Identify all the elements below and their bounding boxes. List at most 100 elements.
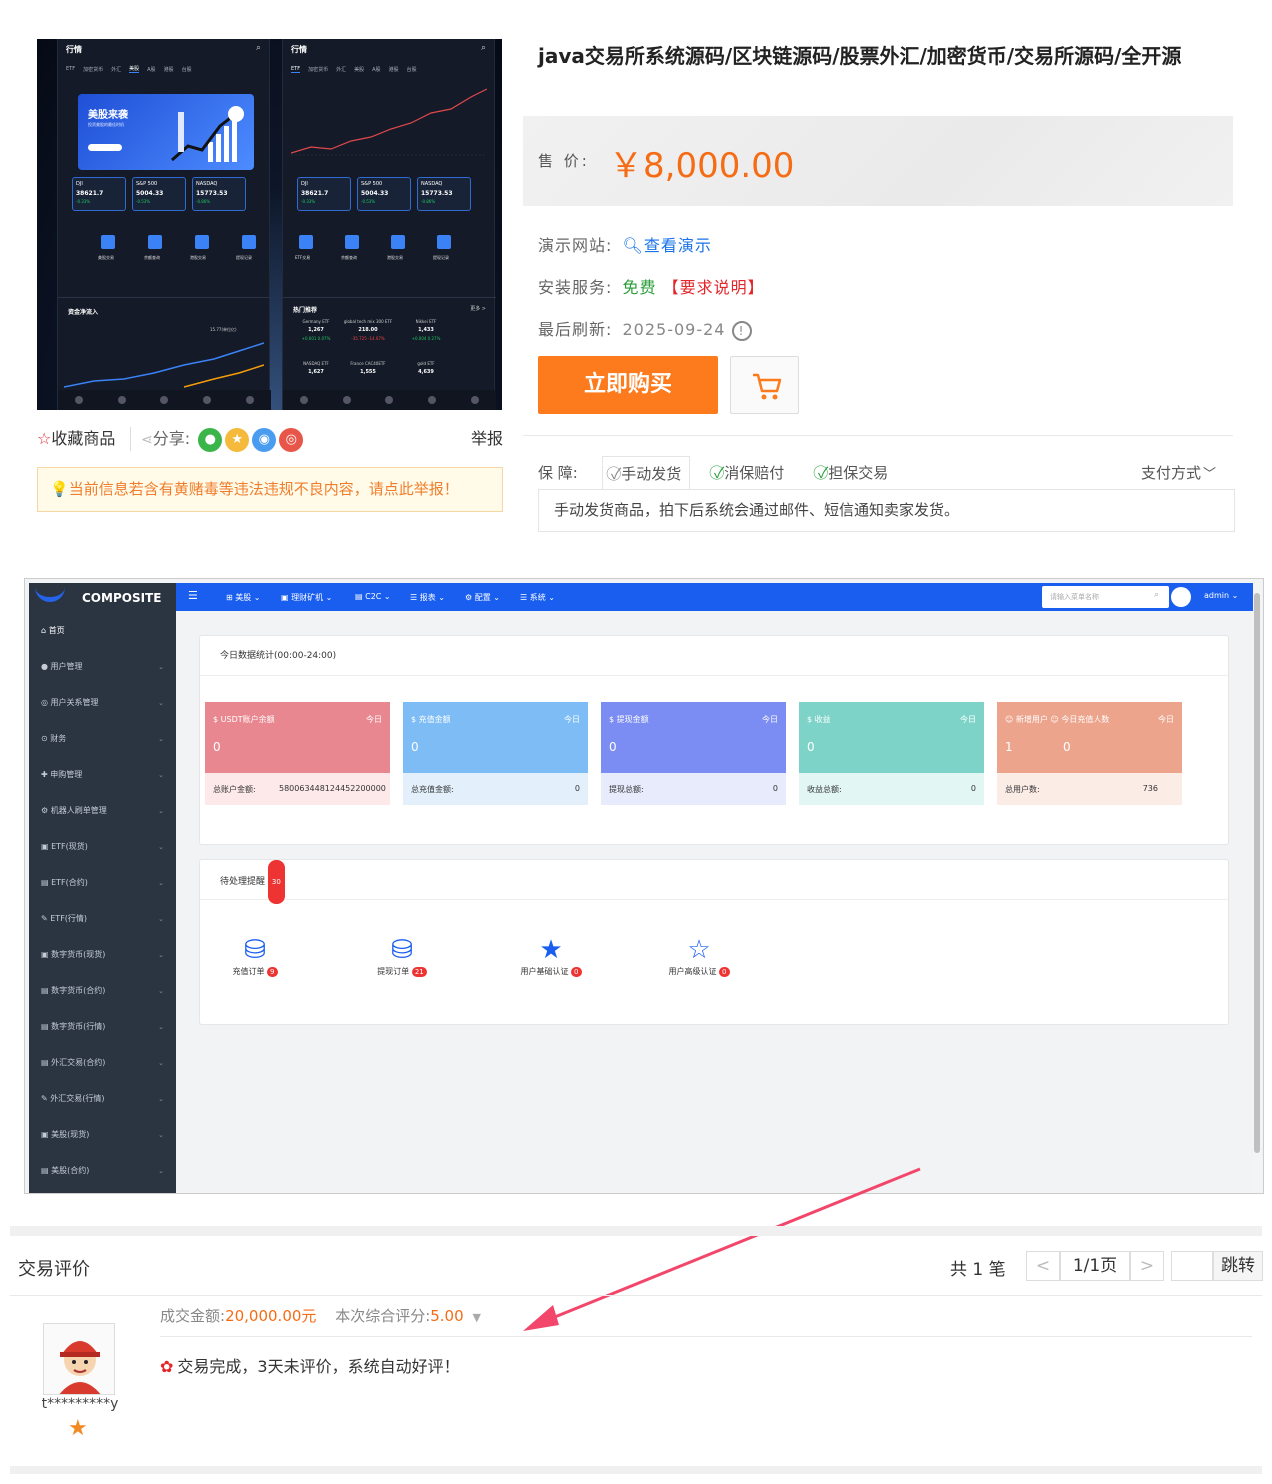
card-title: 今日数据统计(00:00-24:00) — [200, 636, 1228, 676]
stat-tag: 今日 — [1158, 715, 1174, 724]
sidebar-item[interactable]: ▣ 美股(现货) ⌄ — [29, 1117, 176, 1153]
stat-value: 0 — [213, 740, 221, 754]
admin-logo: COMPOSITE — [29, 583, 176, 613]
scrollbar[interactable] — [1253, 583, 1261, 1191]
sidebar-item-label: ETF(现货) — [51, 842, 88, 851]
page-indicator: 1/1页 — [1060, 1251, 1130, 1281]
divider — [160, 1336, 1252, 1337]
phone-tab: 外汇 — [111, 66, 122, 73]
caret-down-icon[interactable]: ▼ — [472, 1311, 480, 1324]
review-amount: 20,000.00元 — [225, 1307, 317, 1325]
chevron-down-icon: ⌄ — [158, 951, 164, 959]
install-label: 安装服务: — [538, 278, 613, 297]
sidebar-item-label: 数字货币(合约) — [51, 986, 106, 995]
sidebar-item-label: 用户管理 — [50, 662, 83, 671]
pending-basic-auth[interactable]: ★ 用户基础认证 0 — [501, 934, 601, 977]
sidebar-item[interactable]: ▣ 数字货币(现货) ⌄ — [29, 937, 176, 973]
report-link[interactable]: 举报 — [471, 425, 503, 449]
chevron-down-icon: ⌄ — [158, 987, 164, 995]
review-meta: 成交金额:20,000.00元 本次综合评分:5.00 ▼ — [160, 1307, 481, 1325]
annotation-arrow — [523, 1167, 921, 1331]
guarantee-tab-protect[interactable]: ✓⃝消保赔付 — [706, 456, 792, 490]
stat-foot-label: 提现总额: — [609, 785, 644, 794]
stat-foot-label: 总用户数: — [1005, 785, 1040, 794]
guarantee-tab-manual[interactable]: ✓⃝手动发货 — [602, 456, 691, 490]
database-down-icon: ⛁ — [244, 935, 266, 965]
install-note-link[interactable]: 【要求说明】 — [663, 278, 765, 297]
stat-value: 0 — [807, 740, 815, 754]
sidebar-item[interactable]: ● 用户管理 ⌄ — [29, 649, 176, 685]
report-warning-banner[interactable]: 💡当前信息若含有黄赌毒等违法违规不良内容，请点此举报！ — [37, 467, 503, 512]
sidebar-item[interactable]: ▤ 数字货币(行情) ⌄ — [29, 1009, 176, 1045]
sidebar-item-icon: ◎ — [41, 698, 51, 707]
sidebar-item[interactable]: ⌂ 首页 — [29, 613, 176, 649]
wechat-icon[interactable]: ● — [198, 427, 223, 452]
search-icon: ⌕ — [480, 43, 486, 53]
next-page-button[interactable]: > — [1130, 1251, 1164, 1281]
stat-name: $ USDT账户余额 — [213, 715, 275, 724]
top-menu-config[interactable]: ⚙ 配置 ⌄ — [465, 592, 500, 603]
sidebar-item[interactable]: ▤ 美股(合约) ⌄ — [29, 1153, 176, 1189]
favorite-label: 收藏商品 — [51, 429, 116, 448]
pending-withdraw[interactable]: ⛁ 提现订单 21 — [352, 934, 452, 977]
sidebar-item-label: 首页 — [48, 626, 65, 635]
market-line-chart — [291, 88, 487, 156]
payment-methods-dropdown[interactable]: 支付方式 ﹀ — [1133, 456, 1224, 490]
stat-tile: $ USDT账户余额 今日 0 总账户金额: 580063448124452200000 — [205, 702, 390, 805]
favorite-button[interactable]: ☆收藏商品 — [37, 425, 115, 449]
sidebar-item[interactable]: ✎ ETF(行情) ⌄ — [29, 901, 176, 937]
index-card: S&P 500 5004.33 -0.53% — [132, 177, 186, 211]
info-icon[interactable]: ! — [731, 320, 752, 341]
sidebar-item[interactable]: ▤ ETF(合约) ⌄ — [29, 865, 176, 901]
add-to-cart-button[interactable] — [730, 356, 799, 414]
stat-name: ☺ 新增用户 ☺ 今日充值人数 — [1005, 715, 1110, 724]
page-jump-button[interactable]: 跳转 — [1213, 1251, 1263, 1281]
sidebar-item-icon: ▣ — [41, 1130, 52, 1139]
stat-value: 0 — [609, 740, 617, 754]
demo-link[interactable]: 🔍︎查看演示 — [623, 236, 712, 255]
top-menu-c2c[interactable]: ▤ C2C ⌄ — [355, 592, 391, 601]
sidebar-item[interactable]: ✚ 申购管理 ⌄ — [29, 757, 176, 793]
reviewer-name: t*********y — [41, 1396, 119, 1412]
top-menu-mining[interactable]: ▣ 理财矿机 ⌄ — [281, 592, 332, 603]
database-up-icon: ⛁ — [391, 935, 413, 965]
sidebar-item[interactable]: ⚙ 机器人刷单管理 ⌄ — [29, 793, 176, 829]
sidebar-item-icon: ✎ — [41, 1094, 51, 1103]
price-value: ￥8,000.00 — [609, 146, 795, 186]
sidebar-item[interactable]: ▣ ETF(现货) ⌄ — [29, 829, 176, 865]
top-menu-system[interactable]: ☰ 系统 ⌄ — [520, 592, 555, 603]
weibo-icon[interactable]: ◎ — [279, 427, 304, 452]
product-image[interactable]: 行情 ⌕ ETF 加密货币 外汇 美股 A股 港股 台股 美股来袭 投资美股的最… — [37, 39, 502, 410]
star-outline-icon: ☆ — [687, 935, 711, 965]
menu-toggle-icon[interactable]: ☰ — [188, 589, 198, 602]
sidebar-item-icon: ▤ — [41, 878, 52, 887]
stat-value-2: 0 — [1063, 740, 1071, 754]
page-jump-input[interactable] — [1171, 1251, 1213, 1281]
stat-foot-label: 总充值金额: — [411, 785, 454, 794]
sidebar-item-icon: ▣ — [41, 950, 52, 959]
top-menu-us-stock[interactable]: ⊞ 美股 ⌄ — [226, 592, 261, 603]
prev-page-button[interactable]: < — [1026, 1251, 1060, 1281]
warning-text: 当前信息若含有黄赌毒等违法违规不良内容，请点此举报！ — [68, 480, 459, 498]
pending-recharge[interactable]: ⛁ 充值订单 9 — [205, 934, 305, 977]
admin-user-menu[interactable]: admin ⌄ — [1204, 591, 1238, 600]
buy-now-button[interactable]: 立即购买 — [538, 356, 718, 414]
pending-advanced-auth[interactable]: ☆ 用户高级认证 0 — [649, 934, 749, 977]
sidebar-item[interactable]: ▤ 外汇交易(合约) ⌄ — [29, 1045, 176, 1081]
sidebar-item[interactable]: ⊙ 财务 ⌄ — [29, 721, 176, 757]
menu-search-input[interactable]: 请输入菜单名称 — [1042, 586, 1169, 608]
sidebar-item[interactable]: ▤ 数字货币(合约) ⌄ — [29, 973, 176, 1009]
reviewer-avatar — [43, 1323, 115, 1395]
install-row: 安装服务: 免费 【要求说明】 — [538, 274, 765, 298]
avatar[interactable] — [1171, 587, 1191, 607]
sidebar-item-label: 申购管理 — [50, 770, 83, 779]
stat-value: 1 — [1005, 740, 1013, 754]
qzone-icon[interactable]: ★ — [225, 427, 250, 452]
sidebar-item[interactable]: ◎ 用户关系管理 ⌄ — [29, 685, 176, 721]
top-menu-report[interactable]: ☰ 报表 ⌄ — [410, 592, 445, 603]
qq-icon[interactable]: ◉ — [252, 427, 277, 452]
stat-foot-label: 总账户金额: — [213, 785, 256, 794]
stat-tag: 今日 — [366, 715, 382, 724]
guarantee-tab-escrow[interactable]: ✓⃝担保交易 — [810, 456, 896, 490]
sidebar-item[interactable]: ✎ 外汇交易(行情) ⌄ — [29, 1081, 176, 1117]
